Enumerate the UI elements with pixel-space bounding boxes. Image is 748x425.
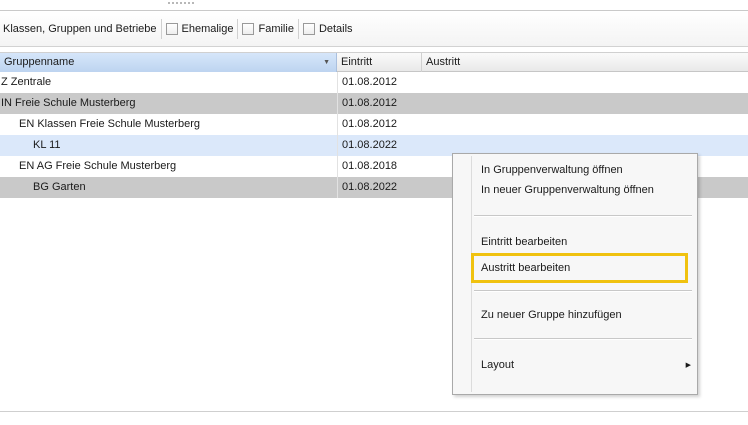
menu-item-open-in-new-group-admin[interactable]: In neuer Gruppenverwaltung öffnen xyxy=(481,182,654,198)
cell-eintritt: 01.08.2012 xyxy=(342,118,398,130)
toolbar-title: Klassen, Gruppen und Betriebe xyxy=(3,22,157,35)
column-header-label: Austritt xyxy=(426,56,461,68)
table-header: Gruppenname ▼ Eintritt Austritt xyxy=(0,52,748,72)
submenu-arrow-icon: ▶ xyxy=(685,362,691,369)
table-row[interactable]: Z Zentrale 01.08.2012 xyxy=(0,72,748,93)
column-header-eintritt[interactable]: Eintritt xyxy=(337,53,422,72)
table-row[interactable]: IN Freie Schule Musterberg 01.08.2012 xyxy=(0,93,748,114)
cell-eintritt: 01.08.2012 xyxy=(342,97,398,109)
cell-eintritt: 01.08.2012 xyxy=(342,76,398,88)
checkbox-label: Ehemalige xyxy=(181,22,234,35)
menu-separator xyxy=(474,338,692,340)
panel-resize-grip[interactable] xyxy=(168,2,194,8)
cell-gruppenname: IN Freie Schule Musterberg xyxy=(1,97,136,109)
familie-checkbox[interactable]: Familie xyxy=(242,22,294,35)
cell-eintritt: 01.08.2022 xyxy=(342,181,398,193)
table-row[interactable]: EN Klassen Freie Schule Musterberg 01.08… xyxy=(0,114,748,135)
menu-separator xyxy=(474,215,692,217)
toolbar-separator xyxy=(297,18,299,39)
column-header-label: Eintritt xyxy=(341,56,373,68)
cell-gruppenname: EN Klassen Freie Schule Musterberg xyxy=(19,118,200,130)
cell-gruppenname: BG Garten xyxy=(33,181,86,193)
menu-item-open-in-group-admin[interactable]: In Gruppenverwaltung öffnen xyxy=(481,162,623,178)
column-header-label: Gruppenname xyxy=(4,56,75,68)
checkbox-box[interactable] xyxy=(302,22,315,35)
column-divider xyxy=(337,72,338,198)
cell-gruppenname: KL 11 xyxy=(33,139,61,151)
toolbar-separator xyxy=(160,18,162,39)
menu-item-layout[interactable]: Layout xyxy=(481,357,514,373)
checkbox-box[interactable] xyxy=(165,22,178,35)
checkbox-box[interactable] xyxy=(242,22,255,35)
checkbox-label: Familie xyxy=(258,22,294,35)
toolbar-separator xyxy=(237,18,239,39)
checkbox-label: Details xyxy=(318,22,353,35)
cell-eintritt: 01.08.2022 xyxy=(342,139,398,151)
panel-bottom-border xyxy=(0,411,748,412)
cell-gruppenname: Z Zentrale xyxy=(1,76,52,88)
menu-separator xyxy=(474,290,692,292)
cell-eintritt: 01.08.2018 xyxy=(342,160,398,172)
column-header-austritt[interactable]: Austritt xyxy=(422,53,748,72)
details-checkbox[interactable]: Details xyxy=(302,22,353,35)
cell-gruppenname: EN AG Freie Schule Musterberg xyxy=(19,160,177,172)
menu-item-edit-entry[interactable]: Eintritt bearbeiten xyxy=(481,234,567,250)
ehemalige-checkbox[interactable]: Ehemalige xyxy=(165,22,234,35)
toolbar: Klassen, Gruppen und Betriebe Ehemalige … xyxy=(0,11,748,47)
highlight-frame xyxy=(471,253,688,283)
sort-descending-icon: ▼ xyxy=(323,59,330,66)
column-header-gruppenname[interactable]: Gruppenname ▼ xyxy=(0,53,337,72)
menu-item-add-to-new-group[interactable]: Zu neuer Gruppe hinzufügen xyxy=(481,307,622,323)
